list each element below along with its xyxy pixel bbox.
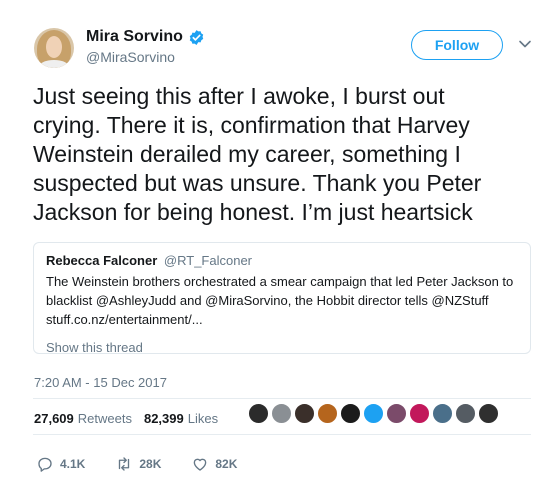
liker-avatar[interactable] bbox=[432, 403, 453, 424]
chevron-down-icon[interactable] bbox=[518, 37, 532, 51]
liker-avatar[interactable] bbox=[478, 403, 499, 424]
show-thread-link[interactable]: Show this thread bbox=[46, 340, 518, 355]
retweet-count: 28K bbox=[139, 457, 162, 471]
retweets-label[interactable]: Retweets bbox=[78, 411, 132, 426]
like-button[interactable]: 82K bbox=[191, 455, 237, 473]
likes-label[interactable]: Likes bbox=[188, 411, 218, 426]
reply-count: 4.1K bbox=[60, 457, 86, 471]
quote-text-line: blacklist @AshleyJudd and @MiraSorvino, … bbox=[46, 293, 489, 308]
divider bbox=[33, 398, 531, 399]
retweet-icon bbox=[119, 457, 130, 471]
likes-count[interactable]: 82,399 bbox=[144, 411, 184, 426]
quoted-tweet[interactable]: Rebecca Falconer @RT_Falconer The Weinst… bbox=[33, 242, 531, 355]
liker-avatar[interactable] bbox=[409, 403, 430, 424]
reply-button[interactable]: 4.1K bbox=[36, 455, 85, 473]
liker-avatar[interactable] bbox=[271, 403, 292, 424]
liker-avatar[interactable] bbox=[363, 403, 384, 424]
retweets-count[interactable]: 27,609 bbox=[34, 411, 74, 426]
reply-icon bbox=[38, 457, 52, 472]
quote-author-handle[interactable]: @RT_Falconer bbox=[164, 253, 252, 268]
author-info: Mira Sorvino @MiraSorvino bbox=[86, 28, 205, 65]
verified-badge-icon bbox=[189, 29, 204, 45]
tweet-timestamp[interactable]: 7:20 AM - 15 Dec 2017 bbox=[34, 375, 167, 390]
liker-avatar[interactable] bbox=[248, 403, 269, 424]
author-name[interactable]: Mira Sorvino bbox=[86, 28, 183, 46]
quote-author-name[interactable]: Rebecca Falconer bbox=[46, 253, 157, 268]
quote-text: The Weinstein brothers orchestrated a sm… bbox=[46, 272, 518, 329]
liker-avatar[interactable] bbox=[317, 403, 338, 424]
tweet-actions: 4.1K 28K 82K bbox=[36, 455, 267, 473]
liker-avatar[interactable] bbox=[294, 403, 315, 424]
like-count: 82K bbox=[215, 457, 238, 471]
liker-avatar[interactable] bbox=[340, 403, 361, 424]
tweet-header: Mira Sorvino @MiraSorvino Follow bbox=[34, 20, 533, 72]
heart-icon bbox=[194, 458, 207, 471]
quote-text-line: The Weinstein brothers orchestrated a sm… bbox=[46, 274, 514, 289]
tweet-card: Mira Sorvino @MiraSorvino Follow Just se… bbox=[0, 0, 553, 479]
liker-avatar[interactable] bbox=[455, 403, 476, 424]
retweet-button[interactable]: 28K bbox=[115, 455, 161, 473]
divider bbox=[33, 434, 531, 435]
author-handle[interactable]: @MiraSorvino bbox=[86, 49, 205, 65]
liker-avatar[interactable] bbox=[386, 403, 407, 424]
tweet-text: Just seeing this after I awoke, I burst … bbox=[33, 83, 482, 225]
liker-avatars bbox=[248, 403, 499, 424]
engagement-stats: 27,609 Retweets 82,399 Likes bbox=[34, 410, 230, 426]
user-avatar[interactable] bbox=[34, 28, 74, 68]
quote-link[interactable]: stuff.co.nz/entertainment/... bbox=[46, 310, 518, 329]
follow-button[interactable]: Follow bbox=[411, 30, 503, 60]
